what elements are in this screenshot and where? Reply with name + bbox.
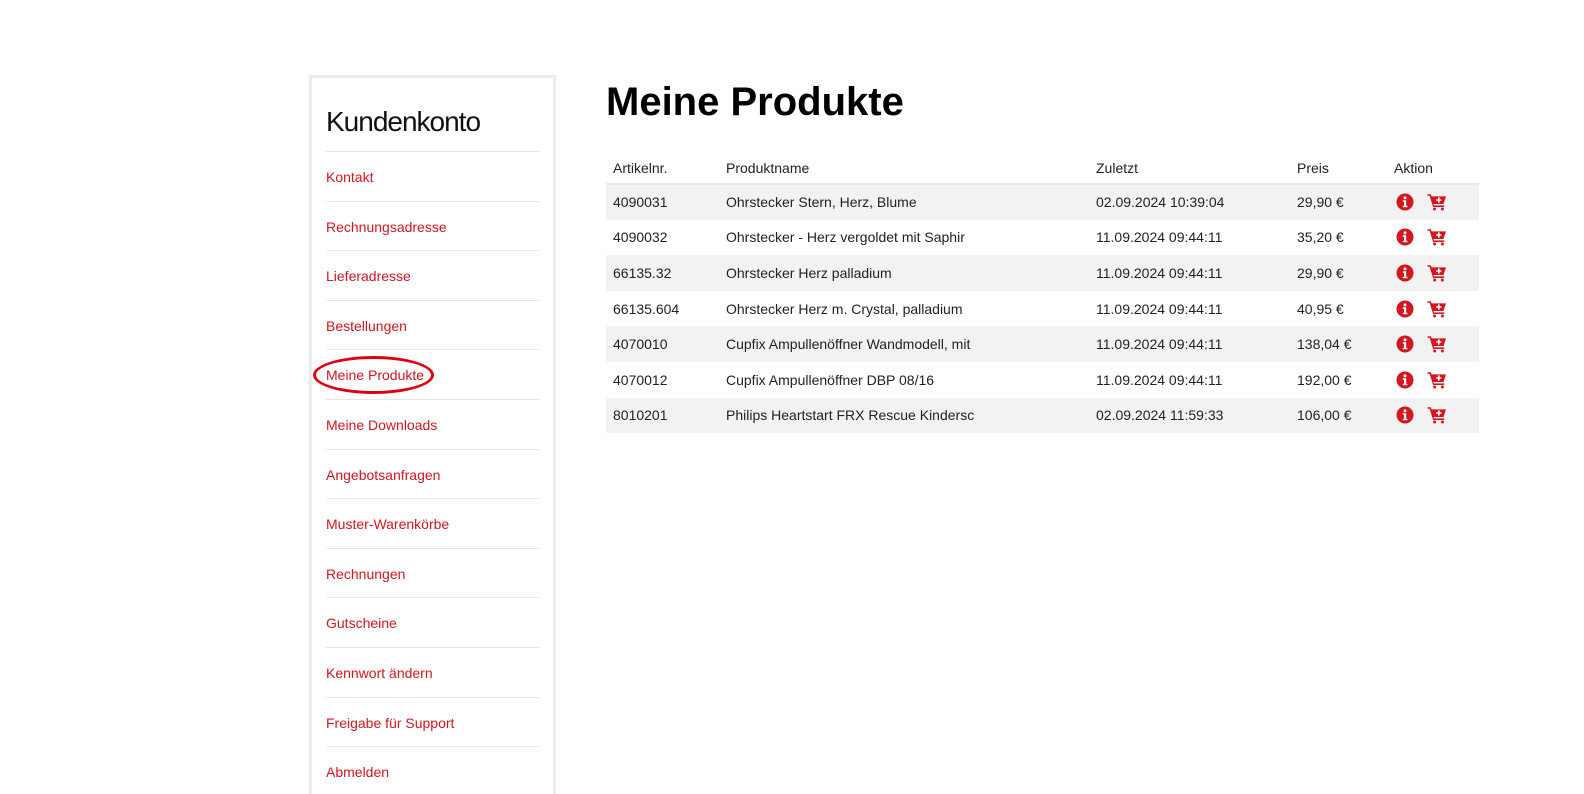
sidebar-item-label: Bestellungen [326,317,407,334]
sidebar-item-label: Meine Downloads [326,416,438,433]
add-to-cart-icon[interactable] [1427,299,1447,319]
article-number: 4070012 [613,371,668,388]
info-icon[interactable] [1395,192,1415,212]
row-actions [1387,255,1479,291]
table-row: 4070010 Cupfix Ampullenöffner Wandmodell… [606,326,1479,362]
sidebar-item-label: Kennwort ändern [326,664,433,681]
table-body: 4090031 Ohrstecker Stern, Herz, Blume 02… [606,184,1479,434]
sidebar-item-label: Lieferadresse [326,268,411,285]
sidebar-item-label: Freigabe für Support [326,714,455,731]
last-ordered: 11.09.2024 09:44:11 [1096,229,1223,246]
sidebar-item-kennwort-aendern[interactable]: Kennwort ändern [326,648,539,698]
last-ordered: 02.09.2024 10:39:04 [1096,194,1225,211]
column-header-price: Preis [1290,152,1387,185]
price: 192,00 € [1297,371,1352,388]
last-ordered: 11.09.2024 09:44:11 [1096,336,1223,353]
account-page: Kundenkonto Kontakt Rechnungsadresse Lie… [0,0,1584,794]
add-to-cart-icon[interactable] [1427,227,1447,247]
price: 106,00 € [1297,407,1352,424]
sidebar-item-label: Meine Produkte [326,367,425,384]
article-number: 4090032 [613,229,668,246]
product-name: Ohrstecker Stern, Herz, Blume [726,194,917,211]
sidebar-item-gutscheine[interactable]: Gutscheine [326,598,539,648]
product-name: Cupfix Ampullenöffner Wandmodell, mit [726,336,971,353]
sidebar-item-label: Gutscheine [326,615,397,632]
info-icon[interactable] [1395,263,1415,283]
last-ordered: 11.09.2024 09:44:11 [1096,300,1223,317]
column-header-last: Zuletzt [1089,152,1290,185]
add-to-cart-icon[interactable] [1427,263,1447,283]
sidebar-item-abmelden[interactable]: Abmelden [326,747,539,794]
info-icon[interactable] [1395,334,1415,354]
last-ordered: 02.09.2024 11:59:33 [1096,407,1224,424]
sidebar-item-meine-produkte[interactable]: Meine Produkte [313,350,539,400]
sidebar-item-bestellungen[interactable]: Bestellungen [326,301,539,351]
sidebar-item-label: Angebotsanfragen [326,466,441,483]
add-to-cart-icon[interactable] [1427,370,1447,390]
article-number: 66135.32 [613,264,672,281]
product-name: Ohrstecker Herz m. Crystal, palladium [726,300,963,317]
price: 35,20 € [1297,229,1344,246]
article-number: 66135.604 [613,300,680,317]
info-icon[interactable] [1395,299,1415,319]
product-name: Ohrstecker Herz palladium [726,264,892,281]
row-actions [1387,398,1479,434]
last-ordered: 11.09.2024 09:44:11 [1096,264,1223,281]
table-row: 4090032 Ohrstecker - Herz vergoldet mit … [606,220,1479,256]
row-actions [1387,220,1479,256]
sidebar-item-muster-warenkoerbe[interactable]: Muster-Warenkörbe [326,499,539,549]
page-title: Meine Produkte [606,80,904,124]
products-table: Artikelnr. Produktname Zuletzt Preis Akt… [606,152,1479,434]
sidebar-title: Kundenkonto [326,104,539,152]
sidebar-item-rechnungen[interactable]: Rechnungen [326,549,539,599]
column-header-name: Produktname [719,152,1089,185]
column-header-article: Artikelnr. [606,152,719,185]
sidebar-item-label: Muster-Warenkörbe [326,516,450,533]
article-number: 4090031 [613,194,668,211]
price: 29,90 € [1297,194,1344,211]
product-name: Ohrstecker - Herz vergoldet mit Saphir [726,229,965,246]
row-actions [1387,291,1479,327]
info-icon[interactable] [1395,227,1415,247]
add-to-cart-icon[interactable] [1427,405,1447,425]
price: 138,04 € [1297,336,1352,353]
sidebar-item-label: Kontakt [326,169,374,185]
row-actions [1387,184,1479,220]
table-row: 66135.604 Ohrstecker Herz m. Crystal, pa… [606,291,1479,327]
table-row: 8010201 Philips Heartstart FRX Rescue Ki… [606,397,1479,434]
table-row: 4070012 Cupfix Ampullenöffner DBP 08/16 … [606,362,1479,398]
account-nav: Kontakt Rechnungsadresse Lieferadresse B… [313,152,539,794]
add-to-cart-icon[interactable] [1427,334,1447,354]
table-header: Artikelnr. Produktname Zuletzt Preis Akt… [606,152,1479,185]
account-sidebar: Kundenkonto Kontakt Rechnungsadresse Lie… [309,75,556,794]
sidebar-item-label: Rechnungen [326,565,406,582]
article-number: 8010201 [613,407,668,424]
product-name: Philips Heartstart FRX Rescue Kindersc [726,407,975,424]
main-content: Meine Produkte Artikelnr. Produktname Zu… [606,78,1480,434]
price: 29,90 € [1297,264,1344,281]
column-header-action: Aktion [1387,152,1479,185]
sidebar-item-rechnungsadresse[interactable]: Rechnungsadresse [326,202,539,252]
sidebar-item-lieferadresse[interactable]: Lieferadresse [326,251,539,301]
last-ordered: 11.09.2024 09:44:11 [1096,371,1223,388]
row-actions [1387,362,1479,398]
sidebar-item-label: Abmelden [326,764,390,781]
article-number: 4070010 [613,336,668,353]
sidebar-item-angebotsanfragen[interactable]: Angebotsanfragen [326,450,539,500]
product-name: Cupfix Ampullenöffner DBP 08/16 [726,371,935,388]
table-row: 4090031 Ohrstecker Stern, Herz, Blume 02… [606,184,1479,220]
row-actions [1387,326,1479,362]
sidebar-item-kontakt[interactable]: Kontakt [326,152,539,202]
info-icon[interactable] [1395,405,1415,425]
table-row: 66135.32 Ohrstecker Herz palladium 11.09… [606,255,1479,291]
add-to-cart-icon[interactable] [1427,192,1447,212]
info-icon[interactable] [1395,370,1415,390]
sidebar-item-meine-downloads[interactable]: Meine Downloads [326,400,539,450]
price: 40,95 € [1297,300,1344,317]
sidebar-item-label: Rechnungsadresse [326,218,447,235]
sidebar-item-freigabe-support[interactable]: Freigabe für Support [326,698,539,748]
